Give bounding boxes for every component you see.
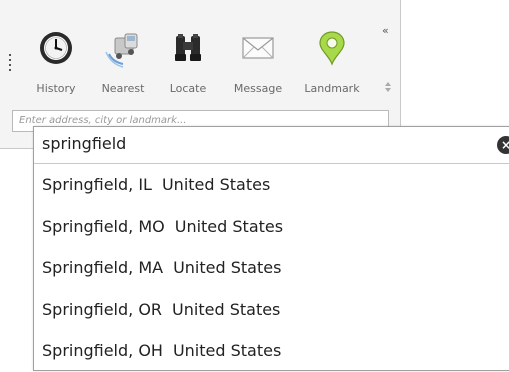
clear-icon[interactable]: ×	[497, 136, 509, 154]
message-label: Message	[233, 82, 283, 95]
locate-label: Locate	[169, 82, 207, 95]
result-item[interactable]: Springfield, OR United States	[34, 289, 509, 331]
nearest-label: Nearest	[101, 82, 145, 95]
result-country: United States	[161, 175, 271, 194]
history-label: History	[36, 82, 76, 95]
binoculars-icon	[175, 34, 201, 61]
result-item[interactable]: Springfield, MO United States	[34, 206, 509, 248]
map-pin-icon	[319, 31, 345, 66]
result-item[interactable]: Springfield, OH United States	[34, 330, 509, 372]
result-country: United States	[174, 216, 284, 236]
result-place: Springfield, OH	[42, 341, 163, 360]
landmark-label: Landmark	[304, 82, 360, 95]
search-row: springfield ×	[34, 127, 509, 164]
autocomplete-popup: springfield × Springfield, IL United Stat…	[33, 126, 509, 371]
result-place: Springfield, OR	[42, 299, 163, 319]
vehicle-icon	[105, 33, 138, 68]
results-list: Springfield, IL United States Springfield…	[34, 164, 509, 372]
landmark-button[interactable]: Landmark	[290, 28, 374, 100]
drag-handle[interactable]	[9, 54, 12, 74]
history-button[interactable]: History	[28, 28, 84, 100]
collapse-icon[interactable]: «	[382, 24, 389, 37]
result-place: Springfield, MA	[42, 258, 164, 277]
result-item[interactable]: Springfield, IL United States	[34, 164, 509, 206]
locate-button[interactable]: Locate	[162, 28, 214, 100]
clock-icon	[40, 32, 72, 64]
search-input[interactable]: springfield	[42, 134, 126, 153]
result-country: United States	[172, 299, 281, 319]
result-item[interactable]: Springfield, MA United States	[34, 247, 509, 289]
result-country: United States	[172, 341, 282, 360]
nearest-button[interactable]: Nearest	[94, 28, 152, 100]
result-place: Springfield, MO	[42, 216, 165, 236]
result-place: Springfield, IL	[42, 175, 152, 194]
envelope-icon	[242, 37, 274, 59]
scroll-arrows-icon[interactable]	[385, 82, 391, 98]
message-button[interactable]: Message	[224, 28, 292, 100]
result-country: United States	[173, 258, 282, 277]
